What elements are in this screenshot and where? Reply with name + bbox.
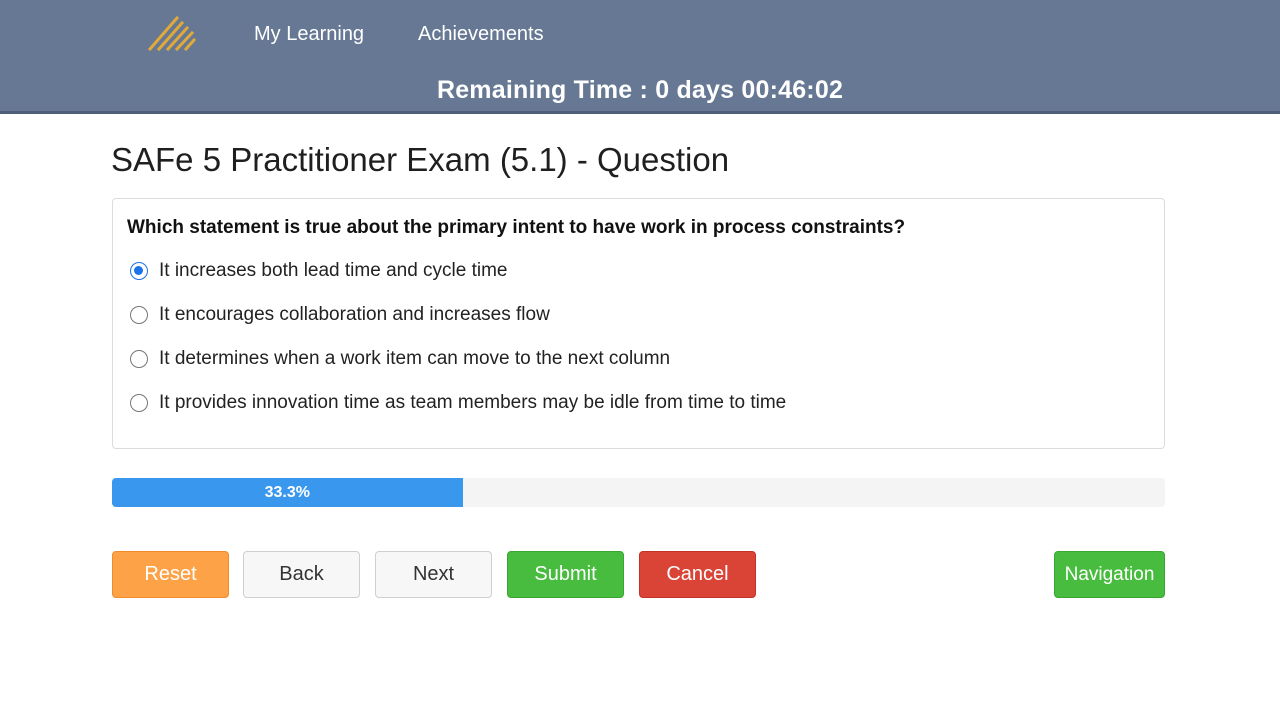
- question-card: Which statement is true about the primar…: [112, 198, 1165, 449]
- radio-button[interactable]: [130, 262, 148, 280]
- question-text: Which statement is true about the primar…: [127, 217, 906, 238]
- answer-option-3[interactable]: It determines when a work item can move …: [130, 346, 670, 372]
- submit-button[interactable]: Submit: [507, 551, 624, 598]
- radio-button[interactable]: [130, 350, 148, 368]
- answer-option-label: It encourages collaboration and increase…: [159, 304, 550, 325]
- answer-option-4[interactable]: It provides innovation time as team memb…: [130, 390, 786, 416]
- page-title: SAFe 5 Practitioner Exam (5.1) - Questio…: [111, 141, 730, 178]
- navigation-button[interactable]: Navigation: [1054, 551, 1165, 598]
- nav-my-learning[interactable]: My Learning: [254, 20, 364, 48]
- answer-option-label: It increases both lead time and cycle ti…: [159, 260, 508, 281]
- radio-button[interactable]: [130, 306, 148, 324]
- answer-option-1[interactable]: It increases both lead time and cycle ti…: [130, 258, 508, 284]
- radio-button[interactable]: [130, 394, 148, 412]
- striped-triangle-logo-icon[interactable]: [147, 14, 197, 52]
- remaining-time: Remaining Time : 0 days 00:46:02: [436, 76, 844, 104]
- reset-button[interactable]: Reset: [112, 551, 229, 598]
- answer-option-label: It provides innovation time as team memb…: [159, 392, 787, 413]
- back-button[interactable]: Back: [243, 551, 360, 598]
- top-navigation-bar: My Learning Achievements Remaining Time …: [0, 0, 1280, 114]
- nav-achievements[interactable]: Achievements: [418, 20, 544, 48]
- progress-bar: 33.3%: [112, 478, 1165, 507]
- progress-fill: 33.3%: [112, 478, 463, 507]
- cancel-button[interactable]: Cancel: [639, 551, 756, 598]
- next-button[interactable]: Next: [375, 551, 492, 598]
- answer-option-2[interactable]: It encourages collaboration and increase…: [130, 302, 550, 328]
- answer-option-label: It determines when a work item can move …: [159, 348, 671, 369]
